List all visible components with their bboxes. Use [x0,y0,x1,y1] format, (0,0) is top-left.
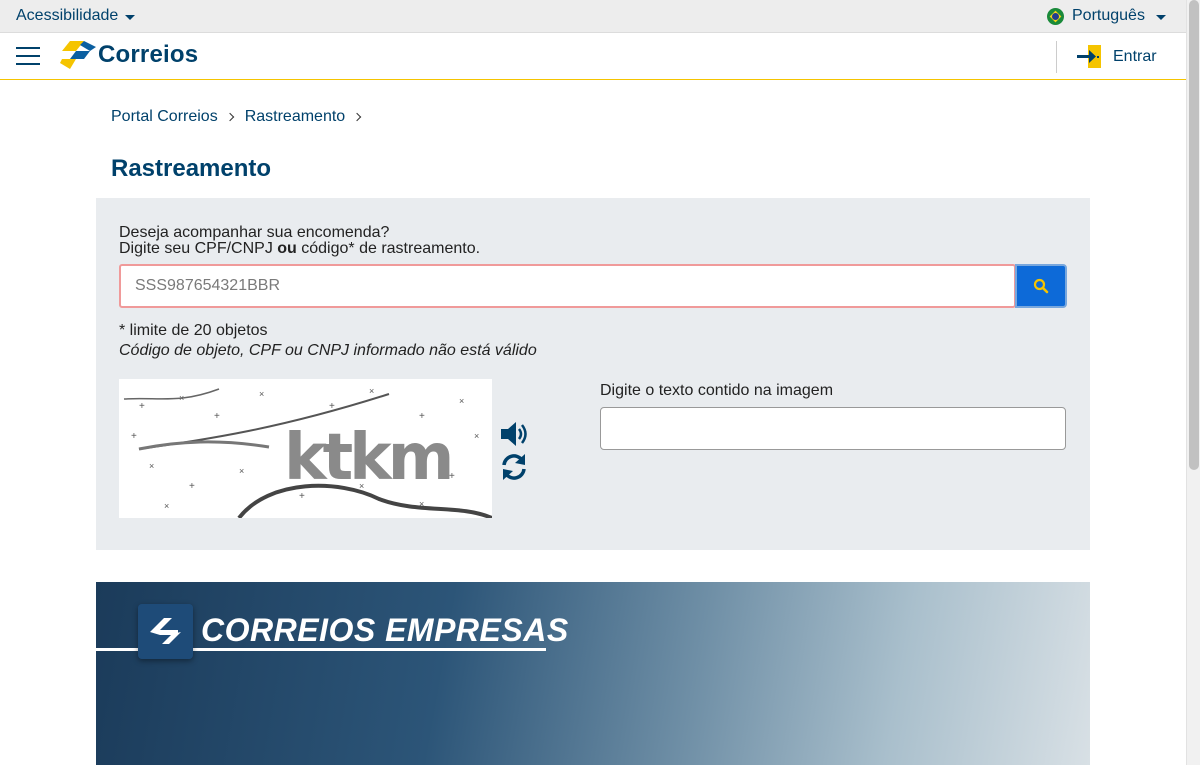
login-button[interactable]: Entrar [1077,44,1157,69]
accessibility-label: Acessibilidade [16,7,119,24]
svg-text:×: × [239,466,244,476]
prompt-bold: ou [277,240,297,257]
hamburger-menu-icon[interactable] [16,47,40,65]
breadcrumb-link-portal[interactable]: Portal Correios [111,108,218,126]
page-scrollbar[interactable] [1186,0,1200,765]
search-button[interactable] [1015,264,1067,308]
svg-text:+: + [139,401,145,412]
language-selector[interactable]: Português [1047,7,1166,25]
svg-text:×: × [164,501,169,511]
brazil-flag-icon [1047,7,1064,25]
logo-text: Correios [98,41,199,68]
svg-text:+: + [189,481,195,492]
breadcrumb: Portal Correios Rastreamento [111,108,372,126]
captcha-input-label: Digite o texto contido na imagem [600,382,834,399]
svg-text:×: × [369,386,374,396]
site-header: Correios Entrar [0,33,1186,80]
tracking-code-input[interactable] [119,264,1016,308]
banner-title: CORREIOS EMPRESAS [201,612,569,648]
tracking-panel: Deseja acompanhar sua encomenda? Digite … [96,198,1090,550]
captcha-text: ktkm [284,421,450,495]
login-icon [1077,45,1101,68]
limit-note: * limite de 20 objetos [119,322,268,339]
correios-empresas-banner[interactable]: CORREIOS EMPRESAS [96,582,1090,765]
correios-logo-icon [60,41,96,69]
language-label: Português [1072,7,1145,24]
scrollbar-thumb[interactable] [1189,0,1199,470]
chevron-right-icon [352,112,362,122]
chevron-down-icon [1155,14,1166,20]
chevron-down-icon [125,14,136,20]
chevron-right-icon [225,112,234,122]
svg-text:+: + [131,431,137,442]
tracking-prompt-line2: Digite seu CPF/CNPJ ou código* de rastre… [119,240,480,258]
svg-text:×: × [259,389,264,399]
captcha-image: + × + × + × + × × + × + × + × + × × ktkm [119,379,492,518]
audio-captcha-icon[interactable] [499,420,531,448]
svg-text:×: × [459,396,464,406]
correios-logo[interactable]: Correios [60,41,198,69]
svg-text:×: × [149,461,154,471]
svg-text:×: × [474,431,479,441]
validation-error: Código de objeto, CPF ou CNPJ informado … [119,342,537,359]
login-label: Entrar [1113,47,1157,65]
svg-text:+: + [214,411,220,422]
page-title: Rastreamento [111,155,272,182]
refresh-captcha-icon[interactable] [499,452,529,482]
accessibility-menu[interactable]: Acessibilidade [16,7,136,25]
prompt-prefix: Digite seu CPF/CNPJ [119,240,278,257]
breadcrumb-link-rastreamento[interactable]: Rastreamento [245,108,346,126]
utility-bar: Acessibilidade Português [0,0,1186,33]
prompt-suffix: código* de rastreamento. [296,240,481,257]
header-divider [1056,41,1057,73]
search-icon [1033,278,1049,294]
captcha-input[interactable] [600,407,1066,450]
correios-empresas-logo-icon [138,604,193,659]
